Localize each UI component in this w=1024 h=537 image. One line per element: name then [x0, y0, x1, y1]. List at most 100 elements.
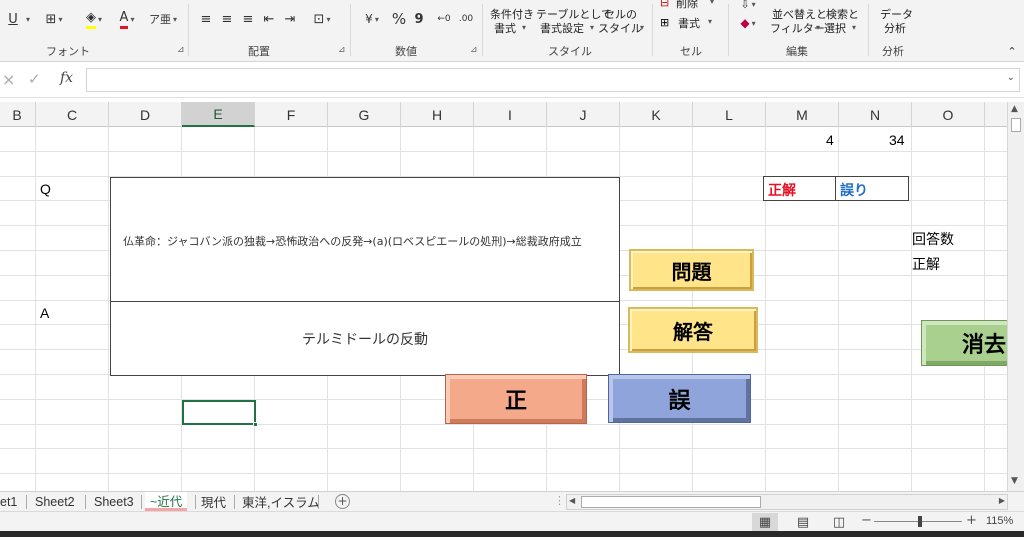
sheet-tab-2[interactable]: Sheet2 [35, 492, 75, 511]
horizontal-scroll-thumb[interactable] [581, 496, 761, 508]
tabs-splitter-icon[interactable]: ⋮ [554, 494, 565, 507]
underline-dropdown[interactable]: ▾ [22, 8, 32, 30]
fill-handle[interactable] [253, 422, 258, 427]
add-sheet-icon[interactable]: + [335, 494, 350, 509]
number-dialog-launcher-icon[interactable]: ⊿ [470, 45, 478, 55]
horizontal-scrollbar[interactable]: ◀ ▶ [566, 494, 1008, 510]
font-dialog-launcher-icon[interactable]: ⊿ [177, 45, 185, 55]
clear-button-shape[interactable]: 消去 [921, 320, 1007, 366]
chevron-down-icon: ▾ [590, 23, 595, 32]
column-header-h[interactable]: H [401, 102, 474, 127]
fill-button[interactable]: ⇩ ▾ [734, 0, 762, 12]
comma-style-button[interactable]: 9 [410, 8, 428, 30]
vertical-scrollbar[interactable]: ▲ ▼ [1007, 102, 1024, 491]
answer-box[interactable]: テルミドールの反動 [110, 301, 620, 376]
increase-indent-button[interactable]: ⇥ [280, 8, 300, 30]
alignment-dialog-launcher-icon[interactable]: ⊿ [338, 45, 346, 55]
borders-button[interactable]: ⊞ ▾ [38, 8, 70, 30]
fill-color-button[interactable]: ◈ ▾ [78, 8, 110, 30]
column-header-e[interactable]: E [182, 102, 255, 127]
conditional-format-button[interactable]: 条件付き 書式 ▾ [488, 6, 536, 38]
zoom-out-icon[interactable]: − [861, 513, 872, 528]
chevron-down-icon: ▾ [751, 18, 756, 28]
column-header-k[interactable]: K [620, 102, 693, 127]
worksheet-grid[interactable]: 4 34 Q A 正解 誤り 回答数 正解 仏革命：ジャコバン派の独裁→恐怖政治… [0, 127, 1007, 491]
format-cells-button[interactable]: ⊞ 書式 ▾ [660, 16, 720, 32]
merge-center-button[interactable]: ⊡ ▾ [306, 8, 338, 30]
find-select-button[interactable]: 検索と 選択 ▾ [824, 6, 864, 38]
column-header-f[interactable]: F [255, 102, 328, 127]
align-center-button[interactable]: ≡ [217, 8, 237, 30]
increase-decimal-button[interactable]: ←0 [434, 8, 454, 30]
column-header-i[interactable]: I [474, 102, 547, 127]
zoom-level[interactable]: 115% [986, 515, 1013, 527]
zoom-slider[interactable] [874, 516, 962, 527]
format-cells-icon: ⊞ [660, 16, 670, 29]
group-divider [728, 4, 729, 56]
comma-glyph: 9 [414, 11, 424, 27]
chevron-down-icon: ▾ [708, 17, 713, 26]
ribbon: U ▾ ⊞ ▾ ◈ ▾ A ▾ ア亜 ▾ フォント ⊿ ≡ ≡ ≡ ⇤ ⇥ ⊡ ▾ 配置 … [0, 0, 1024, 62]
cell-c-q[interactable]: Q [40, 181, 51, 197]
column-header-b[interactable]: B [0, 102, 36, 127]
column-header-n[interactable]: N [839, 102, 912, 127]
zoom-slider-thumb[interactable] [918, 516, 922, 527]
column-header-o[interactable]: O [912, 102, 985, 127]
collapse-ribbon-button[interactable]: ⌃ [1004, 44, 1020, 58]
format-as-table-button[interactable]: テーブルとして 書式設定 ▾ [536, 6, 612, 38]
chevron-down-icon: ▾ [852, 23, 857, 32]
clear-button[interactable]: ◆ ▾ [734, 14, 762, 32]
cancel-icon[interactable]: × [2, 70, 15, 89]
wrong-header-cell[interactable]: 誤り [836, 176, 909, 201]
sheet-tab-3[interactable]: Sheet3 [94, 492, 134, 511]
expand-formula-bar-icon[interactable]: ⌄ [1007, 72, 1015, 83]
decrease-indent-button[interactable]: ⇤ [259, 8, 279, 30]
page-break-view-button[interactable]: ◫ [828, 513, 850, 531]
column-header-d[interactable]: D [109, 102, 182, 127]
scroll-right-icon[interactable]: ▶ [999, 496, 1005, 505]
column-header-g[interactable]: G [328, 102, 401, 127]
answer-button[interactable]: 解答 [628, 307, 758, 353]
cell-styles-button[interactable]: セルの スタイル ▾ [596, 6, 646, 38]
column-header-j[interactable]: J [547, 102, 620, 127]
cell-c-a[interactable]: A [40, 305, 49, 321]
enter-icon[interactable]: ✓ [28, 70, 41, 88]
active-cell[interactable] [182, 400, 258, 427]
sheet-tab-5[interactable]: 現代 [201, 492, 226, 511]
underline-button[interactable]: U [2, 8, 24, 30]
percent-style-button[interactable]: % [390, 8, 408, 30]
correct-header-cell[interactable]: 正解 [763, 176, 836, 201]
column-header-l[interactable]: L [693, 102, 766, 127]
sort-filter-button[interactable]: 並べ替えと フィルター ▾ [768, 6, 827, 38]
formula-input[interactable]: ⌄ [86, 68, 1020, 92]
currency-format-button[interactable]: ¥ ▾ [356, 8, 388, 30]
scroll-up-icon[interactable]: ▲ [1011, 104, 1018, 114]
align-left-button[interactable]: ≡ [196, 8, 216, 30]
sheet-tab-1[interactable]: et1 [0, 492, 17, 511]
question-box[interactable]: 仏革命：ジャコバン派の独裁→恐怖政治への反発→(a)(ロベスピエールの処刑)→総… [110, 177, 620, 302]
answers-count-label[interactable]: 回答数 [912, 231, 954, 247]
cell-n1[interactable]: 34 [889, 132, 905, 148]
page-layout-view-button[interactable]: ▤ [792, 513, 814, 531]
correct-count-label[interactable]: 正解 [912, 256, 940, 272]
column-header-c[interactable]: C [36, 102, 109, 127]
insert-function-icon[interactable]: fx [60, 70, 73, 86]
align-right-button[interactable]: ≡ [238, 8, 258, 30]
delete-cells-button[interactable]: ⊟ 削除 ▾ [660, 0, 720, 12]
column-header-m[interactable]: M [766, 102, 839, 127]
decrease-decimal-button[interactable]: .00 [456, 8, 476, 30]
correct-button[interactable]: 正 [445, 374, 587, 424]
wrong-button[interactable]: 誤 [608, 374, 751, 423]
phonetic-button[interactable]: ア亜 ▾ [148, 8, 178, 30]
data-analysis-button[interactable]: データ 分析 [874, 0, 914, 38]
zoom-in-icon[interactable]: + [966, 513, 977, 528]
normal-view-button[interactable]: ▦ [752, 513, 778, 531]
vertical-scroll-thumb[interactable] [1011, 118, 1021, 132]
question-button[interactable]: 問題 [629, 249, 754, 291]
scroll-down-icon[interactable]: ▼ [1011, 476, 1018, 486]
font-color-button[interactable]: A ▾ [112, 8, 142, 30]
sheet-tab-active[interactable]: ~近代 [145, 492, 188, 511]
cell-m1[interactable]: 4 [826, 132, 834, 148]
sheet-tab-6[interactable]: 東洋,イスラム [242, 492, 320, 511]
scroll-left-icon[interactable]: ◀ [569, 496, 575, 505]
